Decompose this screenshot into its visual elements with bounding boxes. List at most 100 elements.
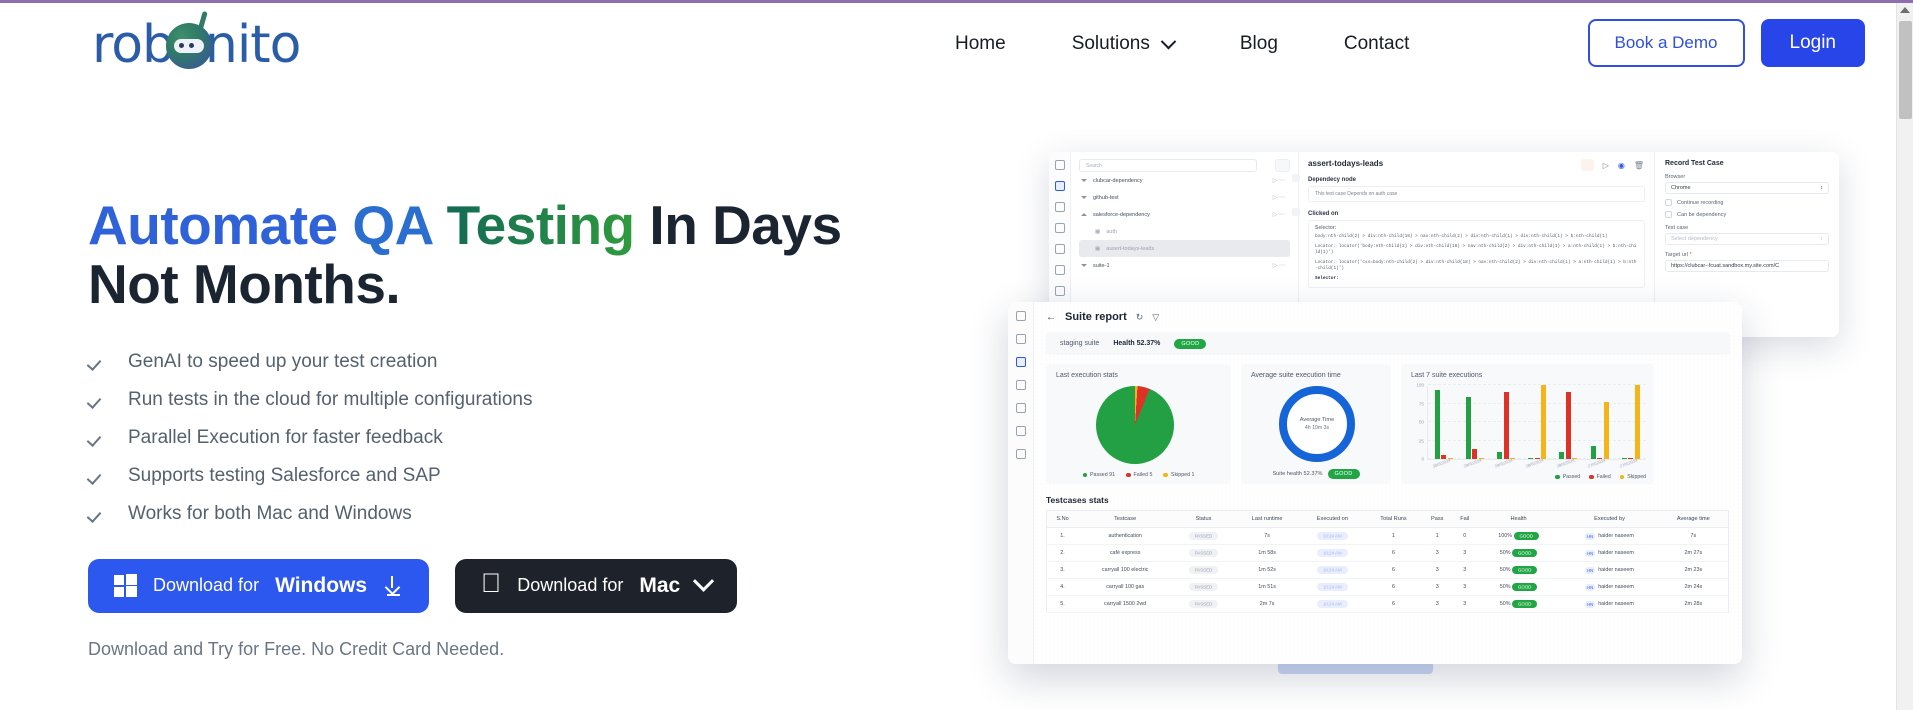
search-input[interactable]: Search (1079, 159, 1257, 172)
tree-row-actions[interactable]: ▷ ⋯ (1273, 211, 1290, 218)
record-icon[interactable]: ◉ (1618, 161, 1625, 170)
run-icon[interactable]: ▷ (1603, 161, 1609, 170)
share-icon[interactable] (1015, 449, 1026, 459)
users-icon[interactable] (1015, 426, 1026, 436)
lock-icon[interactable] (1054, 244, 1065, 254)
tests-icon[interactable] (1054, 181, 1065, 191)
executed-by-name: haider naseem (1598, 584, 1634, 590)
nav-item-solutions[interactable]: Solutions (1072, 25, 1177, 63)
home-icon[interactable] (1015, 311, 1026, 321)
back-arrow-icon[interactable]: ← (1046, 312, 1056, 323)
tree-item-auth[interactable]: ▦ auth (1079, 223, 1290, 240)
tree-item-label: suite-1 (1093, 262, 1110, 269)
reports-icon[interactable] (1054, 202, 1065, 212)
nav-item-contact[interactable]: Contact (1344, 25, 1409, 63)
share-icon[interactable] (1054, 286, 1065, 296)
file-icon: ▦ (1095, 228, 1101, 235)
pie-chart-graphic (1096, 386, 1174, 464)
nav-item-home[interactable]: Home (955, 25, 1006, 63)
nav-item-blog[interactable]: Blog (1240, 25, 1278, 63)
health-percent: 50% (1499, 550, 1513, 556)
tree-item-github-test[interactable]: github-test ▷ ⋯ (1079, 189, 1290, 206)
legend-swatch (1555, 474, 1560, 480)
cell-status: PASSED (1172, 578, 1235, 596)
list-item: Supports testing Salesforce and SAP (88, 465, 888, 487)
health-percent: 50% (1499, 584, 1513, 590)
home-icon[interactable] (1054, 160, 1065, 170)
tree-item-clubcar-dependency[interactable]: clubcar-dependency ▷ ⋯ (1079, 172, 1290, 189)
cell-last-runtime: 7s (1234, 527, 1300, 545)
table-row[interactable]: 3. carryall 100 electric PASSED 1m 52s 10:24… (1046, 561, 1729, 579)
pie-legend: Passed 91 Failed 5 Skipped 1 (1046, 472, 1231, 478)
brand-logo[interactable]: robonito (92, 10, 342, 73)
headline-part-4: In Days (634, 194, 842, 256)
chevron-down-icon[interactable] (693, 570, 715, 593)
status-badge: PASSED (1188, 531, 1219, 540)
bar-group (1434, 390, 1453, 459)
status-badge: PASSED (1188, 599, 1219, 608)
delete-icon[interactable]: 🗑 (1634, 161, 1644, 170)
filter-icon[interactable]: ▽ (1152, 312, 1159, 323)
bar-passed (1434, 390, 1440, 459)
lock-icon[interactable] (1015, 403, 1026, 413)
bar-failed (1565, 392, 1571, 459)
browser-select[interactable]: Chrome ↕ (1665, 182, 1829, 194)
table-header-row: S.No Testcase Status Last runtime Executed o… (1046, 510, 1729, 528)
bar-skipped (1541, 385, 1547, 459)
cell-health: 100% GOOD (1476, 527, 1561, 545)
reports-icon[interactable] (1015, 357, 1026, 367)
avatar: HN (1585, 566, 1596, 574)
donut-center-label: Average Time (1299, 417, 1335, 423)
refresh-icon[interactable]: ↻ (1136, 312, 1144, 323)
tests-icon[interactable] (1015, 334, 1026, 344)
x-axis-tick: 29/6/2024 (1462, 457, 1483, 469)
suite-name: staging suite (1060, 340, 1100, 347)
scrollbar-thumb[interactable] (1899, 21, 1912, 119)
can-be-dependency-checkbox[interactable]: Can be dependency (1665, 211, 1829, 218)
tree-item-label: auth (1106, 228, 1117, 235)
legend-label: Skipped 1 (1170, 472, 1195, 478)
table-row[interactable]: 1. authentication PASSED 7s 10:24 AM 1 1 0 100% … (1046, 527, 1729, 545)
cell-executed-by: HN haider naseem (1560, 595, 1659, 613)
tree-more-button[interactable] (1275, 159, 1290, 172)
executed-by-name: haider naseem (1598, 601, 1634, 607)
cell-executed-by: HN haider naseem (1560, 527, 1659, 545)
suite-health-label: Health 52.37% (1113, 340, 1161, 347)
table-row[interactable]: 5. carryall 1500 2wd PASSED 2m 7s 10:24 AM 6 3… (1046, 595, 1729, 613)
magic-icon[interactable] (1580, 159, 1594, 171)
tree-row-actions[interactable]: ▷ ⋯ (1273, 262, 1290, 269)
cell-executed-by: HN haider naseem (1560, 544, 1659, 562)
target-url-input[interactable]: https://clubcar--fcuat.sandbox.my.site.c… (1665, 260, 1829, 272)
donut-center-value: 4h 10m 3s (1304, 425, 1330, 431)
tree-item-suite-1[interactable]: suite-1 ▷ ⋯ (1079, 257, 1290, 274)
testcase-select[interactable]: Select dependency ↕ (1665, 233, 1829, 245)
cell-total-runs: 6 (1365, 544, 1422, 562)
legend-item-skipped: Skipped 1 (1163, 472, 1194, 478)
tree-item-assert-todays-leads[interactable]: ▦ assert-todays-leads (1079, 240, 1290, 257)
bar-skipped (1634, 385, 1640, 459)
date-badge: 10:24 AM (1317, 599, 1348, 608)
login-button[interactable]: Login (1760, 19, 1865, 67)
table-row[interactable]: 4. carryall 100 gas PASSED 1m 51s 10:24 AM 6 3… (1046, 578, 1729, 596)
checkbox-label: Continue recording (1677, 199, 1724, 206)
page-scrollbar[interactable] (1896, 3, 1913, 710)
table-row[interactable]: 2. café express PASSED 1m 58s 10:24 AM 6 3 3 50%… (1046, 544, 1729, 562)
cell-health: 50% GOOD (1476, 578, 1561, 596)
tree-item-salesforce-dependency[interactable]: salesforce-dependency ▷ ⋯ (1079, 206, 1290, 223)
download-mac-prefix: Download for (497, 575, 623, 596)
feature-label: Works for both Mac and Windows (128, 502, 412, 524)
bar-group (1559, 392, 1578, 459)
database-icon[interactable] (1054, 223, 1065, 233)
download-windows-button[interactable]: Download for Windows (88, 558, 430, 613)
database-icon[interactable] (1015, 380, 1026, 390)
scroll-up-arrow-icon[interactable] (1900, 7, 1910, 13)
nav-label: Blog (1239, 33, 1278, 54)
continue-recording-checkbox[interactable]: Continue recording (1665, 199, 1829, 206)
tree-row-actions[interactable]: ▷ ⋯ (1273, 177, 1290, 184)
download-mac-button[interactable]:  Download for Mac (455, 558, 738, 613)
feature-label: Run tests in the cloud for multiple conf… (128, 388, 533, 410)
book-demo-button[interactable]: Book a Demo (1587, 19, 1745, 67)
users-icon[interactable] (1054, 265, 1065, 275)
x-axis-tick: 27/6/2024 (1587, 457, 1607, 469)
tree-row-actions[interactable]: ▷ ⋯ (1273, 194, 1290, 201)
